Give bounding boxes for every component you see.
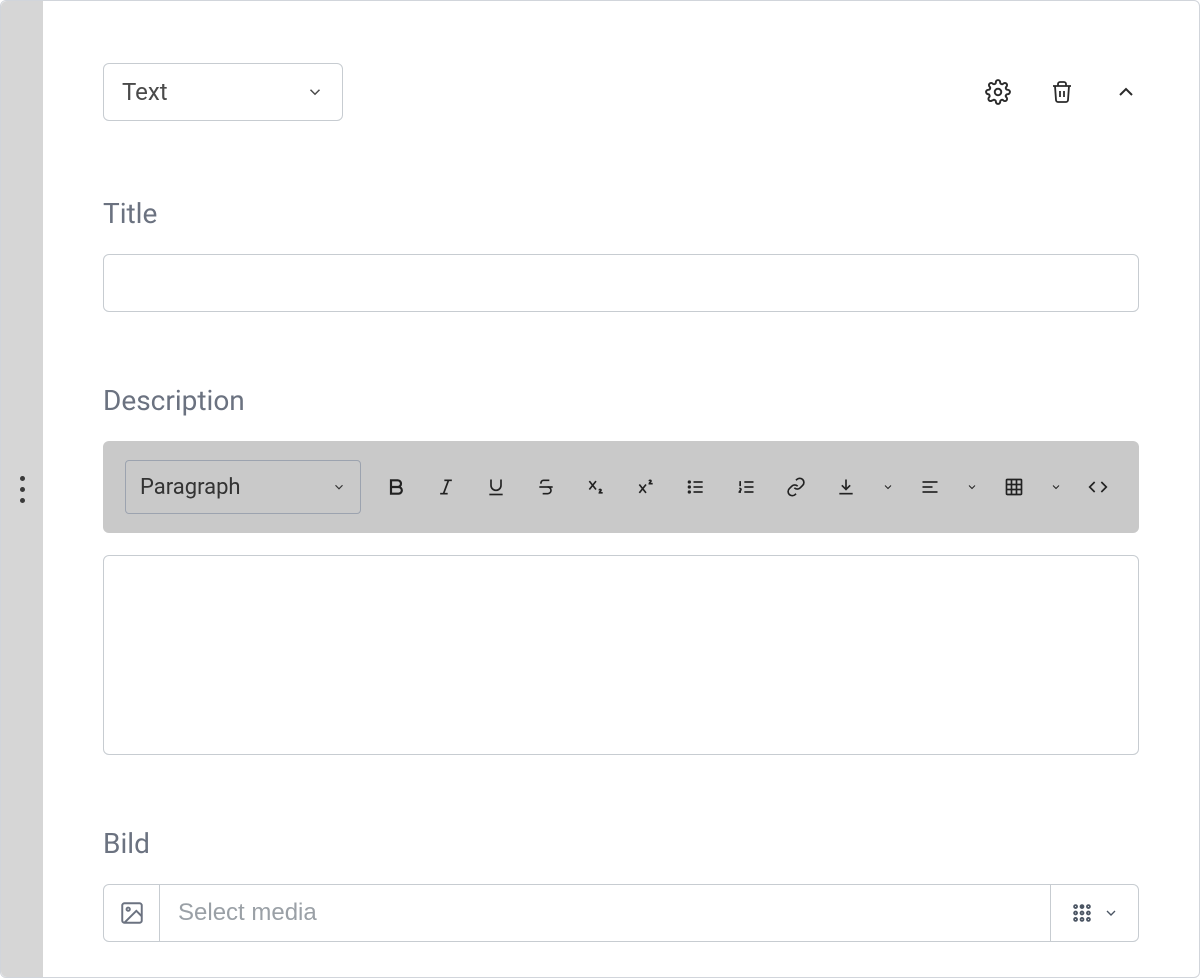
bulleted-list-icon: [685, 477, 707, 497]
table-dropdown[interactable]: [1049, 472, 1063, 502]
align-dropdown[interactable]: [965, 472, 979, 502]
strikethrough-button[interactable]: [531, 472, 561, 502]
media-picker-button[interactable]: [1050, 885, 1138, 941]
description-section: Description Paragraph: [103, 384, 1139, 755]
rich-text-editor: Paragraph: [103, 441, 1139, 755]
bold-button[interactable]: [381, 472, 411, 502]
superscript-icon: [635, 477, 657, 497]
top-actions: [985, 79, 1139, 105]
link-icon: [785, 477, 807, 497]
insert-icon: [836, 477, 856, 497]
block-type-select[interactable]: Text: [103, 63, 343, 121]
insert-group: [831, 472, 895, 502]
chevron-down-icon: [882, 481, 894, 493]
inline-format-group: [381, 472, 661, 502]
chevron-down-icon: [306, 83, 324, 101]
title-input[interactable]: [103, 254, 1139, 312]
underline-icon: [486, 477, 506, 497]
drag-handle-rail[interactable]: [1, 1, 43, 977]
table-icon: [1004, 477, 1024, 497]
description-label: Description: [103, 384, 1139, 417]
bild-section: Bild: [103, 827, 1139, 942]
chevron-up-icon: [1114, 80, 1138, 104]
link-button[interactable]: [781, 472, 811, 502]
bild-label: Bild: [103, 827, 1139, 860]
kebab-icon: [20, 476, 25, 503]
media-input[interactable]: [160, 885, 1050, 941]
list-group: [681, 472, 761, 502]
delete-button[interactable]: [1049, 79, 1075, 105]
chevron-down-icon: [1050, 481, 1062, 493]
trash-icon: [1050, 79, 1074, 105]
grid-icon: [1071, 902, 1093, 924]
block-type-value: Text: [122, 78, 168, 106]
title-section: Title: [103, 197, 1139, 312]
code-icon: [1087, 477, 1109, 497]
image-icon: [119, 900, 145, 926]
heading-style-value: Paragraph: [140, 475, 241, 500]
content-block-panel: Text: [0, 0, 1200, 978]
description-editor[interactable]: [103, 555, 1139, 755]
chevron-down-icon: [1103, 905, 1119, 921]
subscript-button[interactable]: [581, 472, 611, 502]
subscript-icon: [585, 477, 607, 497]
media-type-icon-box: [104, 885, 160, 941]
italic-button[interactable]: [431, 472, 461, 502]
italic-icon: [436, 477, 456, 497]
heading-style-select[interactable]: Paragraph: [125, 460, 361, 514]
chevron-down-icon: [966, 481, 978, 493]
bulleted-list-button[interactable]: [681, 472, 711, 502]
title-label: Title: [103, 197, 1139, 230]
bold-icon: [386, 477, 406, 497]
collapse-button[interactable]: [1113, 79, 1139, 105]
settings-button[interactable]: [985, 79, 1011, 105]
underline-button[interactable]: [481, 472, 511, 502]
numbered-list-button[interactable]: [731, 472, 761, 502]
gear-icon: [985, 79, 1011, 105]
rte-toolbar: Paragraph: [103, 441, 1139, 533]
align-icon: [920, 477, 940, 497]
chevron-down-icon: [332, 480, 346, 494]
panel-body: Text: [43, 1, 1199, 977]
source-button[interactable]: [1083, 472, 1113, 502]
insert-button[interactable]: [831, 472, 861, 502]
align-group: [915, 472, 979, 502]
top-row: Text: [103, 63, 1139, 121]
align-button[interactable]: [915, 472, 945, 502]
numbered-list-icon: [735, 477, 757, 497]
insert-dropdown[interactable]: [881, 472, 895, 502]
superscript-button[interactable]: [631, 472, 661, 502]
table-button[interactable]: [999, 472, 1029, 502]
media-selector: [103, 884, 1139, 942]
table-group: [999, 472, 1063, 502]
strikethrough-icon: [536, 477, 556, 497]
